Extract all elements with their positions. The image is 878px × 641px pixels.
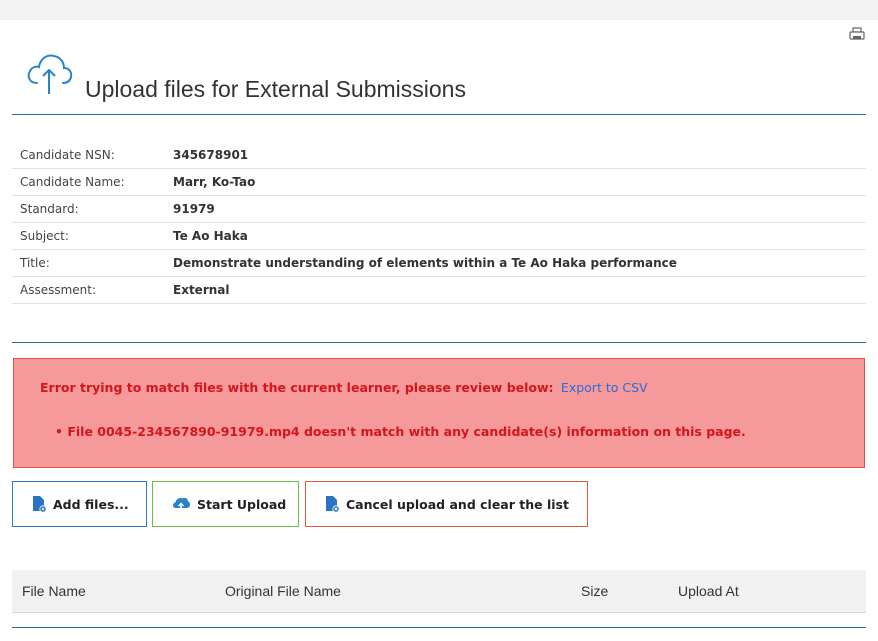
cloud-upload-icon	[172, 497, 191, 511]
info-row-name: Candidate Name: Marr, Ko-Tao	[12, 168, 866, 196]
error-item: • File 0045-234567890-91979.mp4 doesn't …	[55, 424, 746, 439]
info-row-assessment: Assessment: External	[12, 276, 866, 304]
cancel-upload-button[interactable]: Cancel upload and clear the list	[305, 481, 588, 527]
info-value: Marr, Ko-Tao	[165, 168, 866, 196]
page-header: Upload files for External Submissions	[24, 50, 544, 106]
error-message: Error trying to match files with the cur…	[40, 380, 554, 395]
start-upload-button[interactable]: Start Upload	[152, 481, 299, 527]
column-file-name[interactable]: File Name	[22, 583, 86, 599]
info-label: Title:	[12, 249, 165, 277]
header-divider	[12, 114, 866, 115]
error-panel: Error trying to match files with the cur…	[13, 358, 865, 468]
cancel-upload-label: Cancel upload and clear the list	[346, 496, 569, 512]
start-upload-label: Start Upload	[197, 496, 287, 512]
info-row-standard: Standard: 91979	[12, 195, 866, 223]
page-title: Upload files for External Submissions	[85, 76, 466, 102]
file-remove-icon	[326, 496, 340, 513]
info-value: Te Ao Haka	[165, 222, 866, 250]
error-message-line: Error trying to match files with the cur…	[40, 380, 648, 395]
info-value: 345678901	[165, 142, 866, 169]
top-strip	[0, 0, 878, 20]
info-label: Assessment:	[12, 276, 165, 304]
add-files-button[interactable]: Add files...	[12, 481, 147, 527]
add-files-label: Add files...	[53, 496, 129, 512]
column-upload-at[interactable]: Upload At	[678, 583, 739, 599]
info-label: Subject:	[12, 222, 165, 250]
printer-icon[interactable]	[849, 27, 865, 41]
column-original-file-name[interactable]: Original File Name	[225, 583, 341, 599]
info-row-title: Title: Demonstrate understanding of elem…	[12, 249, 866, 277]
list-bottom-divider	[12, 627, 866, 628]
info-divider	[12, 342, 866, 343]
info-label: Candidate NSN:	[12, 142, 165, 169]
info-label: Candidate Name:	[12, 168, 165, 196]
info-row-nsn: Candidate NSN: 345678901	[12, 142, 866, 169]
file-list-header: File Name Original File Name Size Upload…	[12, 570, 866, 613]
file-add-icon	[33, 496, 47, 513]
candidate-info-table: Candidate NSN: 345678901 Candidate Name:…	[12, 142, 866, 304]
info-value: 91979	[165, 195, 866, 223]
info-value: Demonstrate understanding of elements wi…	[165, 249, 866, 277]
column-size[interactable]: Size	[581, 583, 608, 599]
info-row-subject: Subject: Te Ao Haka	[12, 222, 866, 250]
info-value: External	[165, 276, 866, 304]
export-csv-link[interactable]: Export to CSV	[561, 380, 648, 395]
info-label: Standard:	[12, 195, 165, 223]
cloud-upload-icon	[27, 54, 73, 94]
